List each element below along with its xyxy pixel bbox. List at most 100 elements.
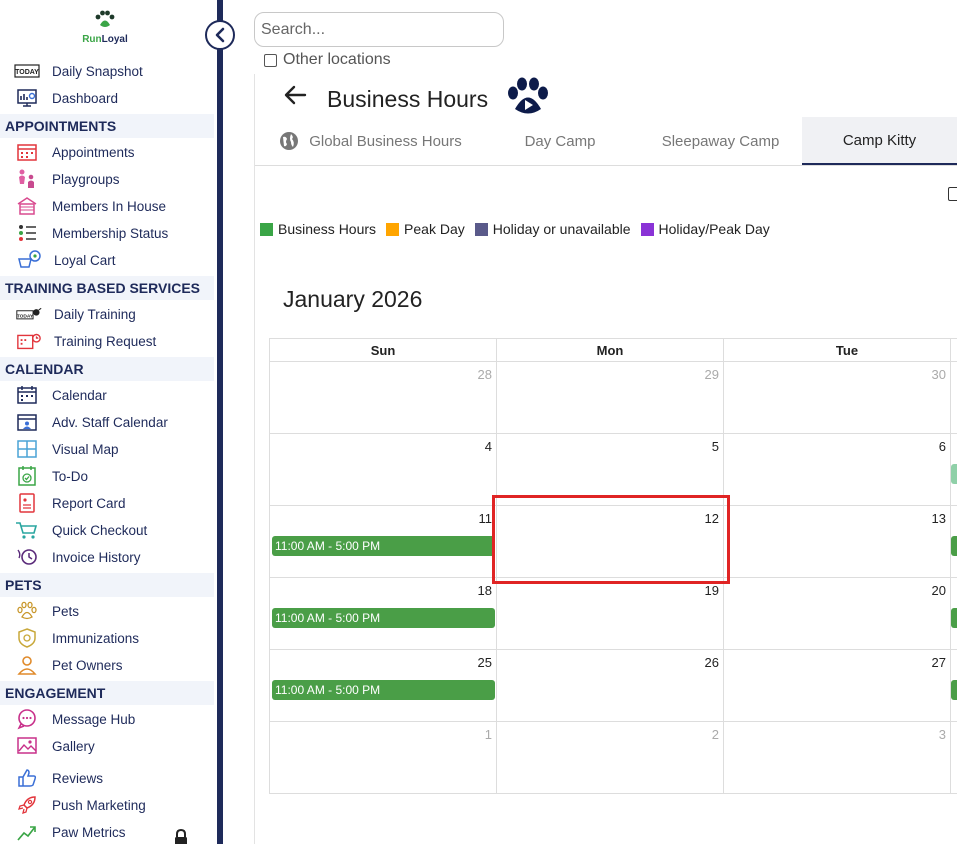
day-cell[interactable]: 27	[723, 650, 957, 722]
sidebar-item-label: Quick Checkout	[52, 522, 148, 538]
sidebar-item-training-request[interactable]: Training Request	[16, 329, 156, 353]
sidebar-item-label: Appointments	[52, 144, 135, 160]
settings-checkbox[interactable]	[948, 187, 957, 201]
sidebar-item-label: Immunizations	[52, 630, 140, 646]
day-cell[interactable]: 2	[496, 722, 723, 794]
sidebar-item-quick-checkout[interactable]: Quick Checkout	[14, 518, 147, 542]
tab-camp-kitty[interactable]: Camp Kitty	[802, 117, 957, 165]
day-cell[interactable]: 26	[496, 650, 723, 722]
logo-text: RunLoyal	[82, 34, 128, 45]
sidebar-item-members-in-house[interactable]: Members In House	[14, 194, 166, 218]
sidebar-item-label: Gallery	[52, 738, 95, 754]
sidebar-item-daily-snapshot[interactable]: TODAY Daily Snapshot	[14, 59, 143, 83]
section-header-appointments: APPOINTMENTS	[0, 114, 214, 138]
other-locations-toggle[interactable]: Other locations	[264, 51, 391, 69]
sidebar-item-reviews[interactable]: Reviews	[14, 766, 103, 790]
rocket-icon	[14, 795, 40, 815]
event-marker[interactable]	[951, 608, 957, 628]
sidebar-item-label: Invoice History	[52, 549, 141, 565]
sidebar-item-report-card[interactable]: Report Card	[14, 491, 126, 515]
weekday-tue: Tue	[723, 338, 957, 362]
day-cell[interactable]: 5	[496, 434, 723, 506]
day-cell[interactable]: 28	[269, 362, 496, 434]
sidebar-item-push-marketing[interactable]: Push Marketing	[14, 793, 146, 817]
day-cell[interactable]: 3	[723, 722, 957, 794]
other-locations-checkbox[interactable]	[264, 53, 277, 67]
day-cell[interactable]: 18 11:00 AM - 5:00 PM	[269, 578, 496, 650]
sidebar-item-pet-owners[interactable]: Pet Owners	[14, 653, 123, 677]
event-marker[interactable]	[951, 536, 957, 556]
tab-label: Global Business Hours	[309, 132, 462, 150]
day-cell[interactable]: 4	[269, 434, 496, 506]
thumbs-up-icon	[14, 768, 40, 788]
tab-day-camp[interactable]: Day Camp	[486, 117, 634, 165]
sidebar-item-membership-status[interactable]: Membership Status	[14, 221, 168, 245]
day-number: 11	[478, 511, 493, 526]
sidebar-item-calendar[interactable]: Calendar	[14, 383, 107, 407]
day-cell[interactable]: 12	[496, 506, 723, 578]
weekday-header: Sun Mon Tue	[269, 338, 957, 362]
tab-global-business-hours[interactable]: Global Business Hours	[255, 117, 486, 165]
day-cell[interactable]: 25 11:00 AM - 5:00 PM	[269, 650, 496, 722]
event-marker[interactable]	[951, 464, 957, 484]
paw-video-icon[interactable]	[505, 76, 551, 118]
sidebar-item-message-hub[interactable]: Message Hub	[14, 707, 135, 731]
sidebar-item-appointments[interactable]: Appointments	[14, 140, 135, 164]
day-number: 27	[931, 655, 946, 670]
day-cell[interactable]: 1	[269, 722, 496, 794]
sidebar-item-playgroups[interactable]: Playgroups	[14, 167, 120, 191]
svg-text:TODAY: TODAY	[15, 69, 39, 76]
day-number: 19	[704, 583, 719, 598]
collapse-sidebar-button[interactable]	[205, 20, 235, 50]
business-hours-event[interactable]: 11:00 AM - 5:00 PM	[272, 608, 495, 628]
sidebar-item-immunizations[interactable]: Immunizations	[14, 626, 139, 650]
sidebar-item-paw-metrics[interactable]: Paw Metrics	[14, 820, 126, 844]
event-marker[interactable]	[951, 680, 957, 700]
day-cell[interactable]: 29	[496, 362, 723, 434]
search-input[interactable]	[254, 12, 504, 47]
day-number: 13	[931, 511, 946, 526]
todo-icon	[14, 466, 40, 486]
legend-swatch	[640, 222, 654, 236]
business-hours-event[interactable]: 11:00 AM - 5:00 PM	[272, 536, 495, 556]
sidebar-item-gallery[interactable]: Gallery	[14, 734, 95, 758]
tab-sleepaway-camp[interactable]: Sleepaway Camp	[634, 117, 807, 165]
day-cell[interactable]: 13	[723, 506, 957, 578]
sidebar-item-label: Reviews	[52, 770, 104, 786]
tab-label: Day Camp	[524, 132, 596, 150]
sidebar-item-label: Loyal Cart	[54, 252, 116, 268]
sidebar-item-loyal-cart[interactable]: Loyal Cart	[16, 248, 116, 272]
day-cell[interactable]: 30	[723, 362, 957, 434]
sidebar-item-pets[interactable]: Pets	[14, 599, 79, 623]
sidebar-item-daily-training[interactable]: TODAY Daily Training	[16, 302, 136, 326]
shield-icon	[14, 628, 40, 648]
sidebar-item-adv-staff-calendar[interactable]: Adv. Staff Calendar	[14, 410, 168, 434]
sidebar-item-to-do[interactable]: To-Do	[14, 464, 88, 488]
checkout-cart-icon	[14, 520, 40, 540]
sidebar-item-visual-map[interactable]: Visual Map	[14, 437, 119, 461]
sidebar-item-label: Paw Metrics	[52, 824, 126, 840]
dashboard-icon	[14, 88, 40, 108]
back-button[interactable]	[281, 80, 309, 110]
house-icon	[14, 196, 40, 216]
business-hours-event[interactable]: 11:00 AM - 5:00 PM	[272, 680, 495, 700]
day-cell[interactable]: 6	[723, 434, 957, 506]
sidebar-item-label: Playgroups	[52, 171, 120, 187]
day-cell[interactable]: 11 11:00 AM - 5:00 PM	[269, 506, 496, 578]
sidebar-item-invoice-history[interactable]: Invoice History	[14, 545, 141, 569]
appointments-calendar-icon	[14, 142, 40, 162]
day-cell[interactable]: 19	[496, 578, 723, 650]
sidebar-item-dashboard[interactable]: Dashboard	[14, 86, 118, 110]
section-header-training-based-services: TRAINING BASED SERVICES	[0, 276, 214, 300]
weekday-sun: Sun	[269, 338, 496, 362]
legend-label: Business Hours	[278, 221, 377, 237]
day-number: 26	[704, 655, 719, 670]
runloyal-logo[interactable]: RunLoyal	[0, 10, 210, 45]
day-number: 4	[484, 439, 492, 454]
legend-item: Peak Day	[386, 221, 465, 237]
sidebar-item-label: To-Do	[52, 468, 89, 484]
day-cell[interactable]: 20	[723, 578, 957, 650]
sidebar-item-label: Push Marketing	[52, 797, 146, 813]
arrow-left-icon	[284, 85, 307, 105]
staff-calendar-icon	[14, 412, 40, 432]
